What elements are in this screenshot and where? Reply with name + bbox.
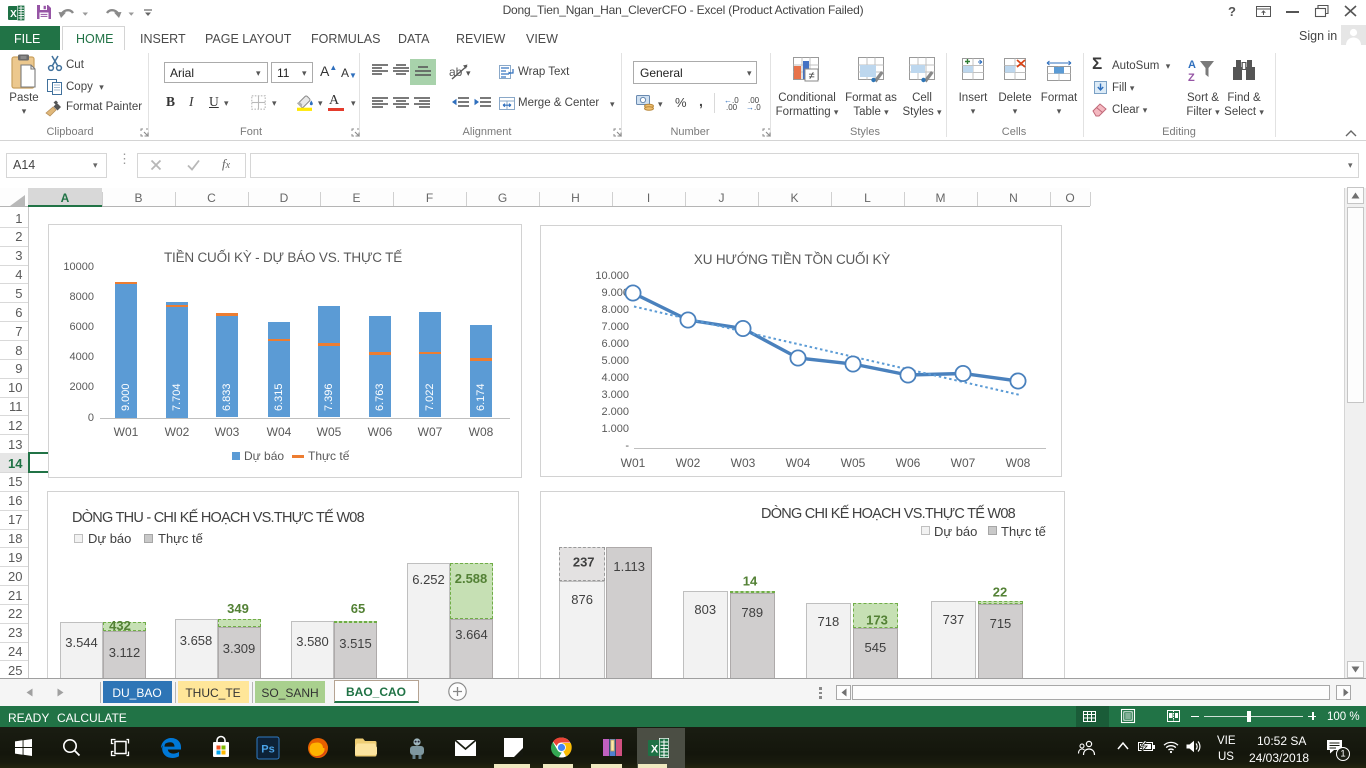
svg-text:X: X xyxy=(651,744,659,756)
svg-text:Ps: Ps xyxy=(261,744,274,756)
